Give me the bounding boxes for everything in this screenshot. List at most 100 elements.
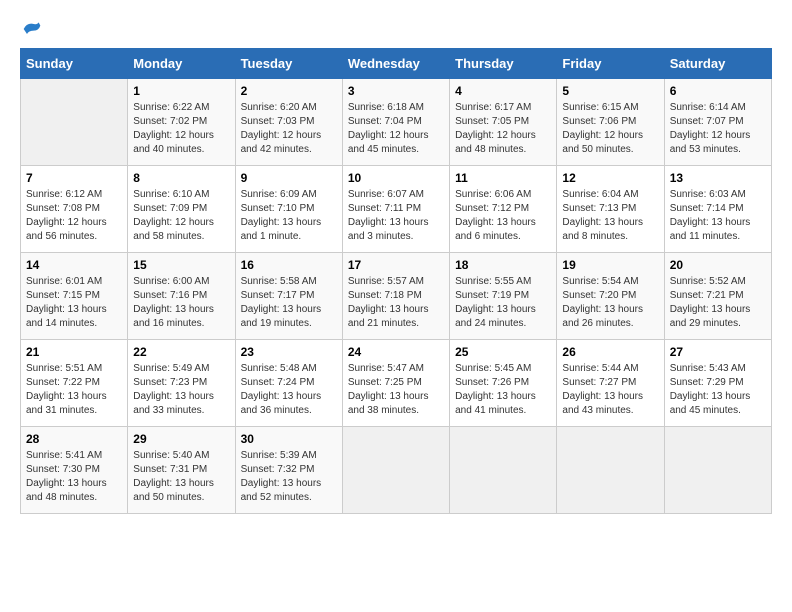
day-info: Sunrise: 6:12 AMSunset: 7:08 PMDaylight:…: [26, 188, 122, 244]
day-header-wednesday: Wednesday: [342, 48, 449, 78]
day-header-monday: Monday: [128, 48, 235, 78]
day-info: Sunrise: 6:20 AMSunset: 7:03 PMDaylight:…: [241, 101, 337, 157]
calendar-cell: 12Sunrise: 6:04 AMSunset: 7:13 PMDayligh…: [557, 165, 664, 252]
calendar-cell: 30 Sunrise: 5:39 AMSunset: 7:32 PMDayligh…: [235, 426, 342, 513]
day-info: Sunrise: 6:18 AMSunset: 7:04 PMDaylight:…: [348, 101, 444, 157]
day-number: 9: [241, 171, 337, 185]
day-info: Sunrise: 6:04 AMSunset: 7:13 PMDaylight:…: [562, 188, 658, 244]
day-info: Sunrise: 5:58 AMSunset: 7:17 PMDaylight:…: [241, 275, 337, 331]
day-info: Sunrise: 5:55 AMSunset: 7:19 PMDaylight:…: [455, 275, 551, 331]
day-number: 16: [241, 258, 337, 272]
day-info: Sunrise: 6:03 AMSunset: 7:14 PMDaylight:…: [670, 188, 766, 244]
day-info: Sunrise: 6:01 AMSunset: 7:15 PMDaylight:…: [26, 275, 122, 331]
day-info: Sunrise: 5:43 AMSunset: 7:29 PMDaylight:…: [670, 362, 766, 418]
day-number: 11: [455, 171, 551, 185]
calendar-header-row: SundayMondayTuesdayWednesdayThursdayFrid…: [21, 48, 772, 78]
day-info: Sunrise: 5:40 AMSunset: 7:31 PMDaylight:…: [133, 449, 229, 505]
calendar-cell: 24 Sunrise: 5:47 AMSunset: 7:25 PMDayligh…: [342, 339, 449, 426]
calendar-cell: 27 Sunrise: 5:43 AMSunset: 7:29 PMDayligh…: [664, 339, 771, 426]
day-number: 8: [133, 171, 229, 185]
calendar-cell: 8 Sunrise: 6:10 AMSunset: 7:09 PMDaylight…: [128, 165, 235, 252]
calendar-cell: 9 Sunrise: 6:09 AMSunset: 7:10 PMDaylight…: [235, 165, 342, 252]
day-info: Sunrise: 6:17 AMSunset: 7:05 PMDaylight:…: [455, 101, 551, 157]
day-header-tuesday: Tuesday: [235, 48, 342, 78]
calendar-cell: 13 Sunrise: 6:03 AMSunset: 7:14 PMDayligh…: [664, 165, 771, 252]
day-header-friday: Friday: [557, 48, 664, 78]
calendar-week-1: 1 Sunrise: 6:22 AMSunset: 7:02 PMDaylight…: [21, 78, 772, 165]
calendar-cell: 23 Sunrise: 5:48 AMSunset: 7:24 PMDayligh…: [235, 339, 342, 426]
calendar-cell: 6Sunrise: 6:14 AMSunset: 7:07 PMDaylight…: [664, 78, 771, 165]
day-number: 15: [133, 258, 229, 272]
calendar-cell: 28 Sunrise: 5:41 AMSunset: 7:30 PMDayligh…: [21, 426, 128, 513]
day-number: 14: [26, 258, 122, 272]
day-number: 26: [562, 345, 658, 359]
calendar-cell: 29 Sunrise: 5:40 AMSunset: 7:31 PMDayligh…: [128, 426, 235, 513]
day-number: 18: [455, 258, 551, 272]
day-info: Sunrise: 6:15 AMSunset: 7:06 PMDaylight:…: [562, 101, 658, 157]
calendar-cell: [664, 426, 771, 513]
calendar-cell: 5 Sunrise: 6:15 AMSunset: 7:06 PMDaylight…: [557, 78, 664, 165]
calendar-cell: 1 Sunrise: 6:22 AMSunset: 7:02 PMDaylight…: [128, 78, 235, 165]
calendar-cell: 7Sunrise: 6:12 AMSunset: 7:08 PMDaylight…: [21, 165, 128, 252]
calendar-cell: [557, 426, 664, 513]
day-info: Sunrise: 5:39 AMSunset: 7:32 PMDaylight:…: [241, 449, 337, 505]
calendar-cell: 16 Sunrise: 5:58 AMSunset: 7:17 PMDayligh…: [235, 252, 342, 339]
day-info: Sunrise: 6:07 AMSunset: 7:11 PMDaylight:…: [348, 188, 444, 244]
calendar-week-5: 28 Sunrise: 5:41 AMSunset: 7:30 PMDayligh…: [21, 426, 772, 513]
page-header: [20, 20, 772, 38]
day-header-sunday: Sunday: [21, 48, 128, 78]
day-info: Sunrise: 5:52 AMSunset: 7:21 PMDaylight:…: [670, 275, 766, 331]
day-info: Sunrise: 6:22 AMSunset: 7:02 PMDaylight:…: [133, 101, 229, 157]
calendar-cell: 14 Sunrise: 6:01 AMSunset: 7:15 PMDayligh…: [21, 252, 128, 339]
calendar-cell: 10 Sunrise: 6:07 AMSunset: 7:11 PMDayligh…: [342, 165, 449, 252]
calendar-cell: [450, 426, 557, 513]
day-info: Sunrise: 5:41 AMSunset: 7:30 PMDaylight:…: [26, 449, 122, 505]
calendar-cell: 11 Sunrise: 6:06 AMSunset: 7:12 PMDayligh…: [450, 165, 557, 252]
calendar-cell: 4 Sunrise: 6:17 AMSunset: 7:05 PMDaylight…: [450, 78, 557, 165]
calendar-cell: 17Sunrise: 5:57 AMSunset: 7:18 PMDayligh…: [342, 252, 449, 339]
day-info: Sunrise: 5:54 AMSunset: 7:20 PMDaylight:…: [562, 275, 658, 331]
day-number: 29: [133, 432, 229, 446]
day-info: Sunrise: 5:48 AMSunset: 7:24 PMDaylight:…: [241, 362, 337, 418]
day-number: 27: [670, 345, 766, 359]
day-info: Sunrise: 5:51 AMSunset: 7:22 PMDaylight:…: [26, 362, 122, 418]
calendar-cell: 21 Sunrise: 5:51 AMSunset: 7:22 PMDayligh…: [21, 339, 128, 426]
calendar-table: SundayMondayTuesdayWednesdayThursdayFrid…: [20, 48, 772, 514]
day-number: 5: [562, 84, 658, 98]
day-info: Sunrise: 6:06 AMSunset: 7:12 PMDaylight:…: [455, 188, 551, 244]
day-number: 21: [26, 345, 122, 359]
day-info: Sunrise: 5:49 AMSunset: 7:23 PMDaylight:…: [133, 362, 229, 418]
calendar-week-3: 14 Sunrise: 6:01 AMSunset: 7:15 PMDayligh…: [21, 252, 772, 339]
day-number: 20: [670, 258, 766, 272]
calendar-week-4: 21 Sunrise: 5:51 AMSunset: 7:22 PMDayligh…: [21, 339, 772, 426]
calendar-cell: 22Sunrise: 5:49 AMSunset: 7:23 PMDayligh…: [128, 339, 235, 426]
day-number: 3: [348, 84, 444, 98]
calendar-cell: 3 Sunrise: 6:18 AMSunset: 7:04 PMDaylight…: [342, 78, 449, 165]
logo-text: [20, 20, 42, 40]
day-header-saturday: Saturday: [664, 48, 771, 78]
day-number: 13: [670, 171, 766, 185]
calendar-cell: 26 Sunrise: 5:44 AMSunset: 7:27 PMDayligh…: [557, 339, 664, 426]
day-number: 30: [241, 432, 337, 446]
calendar-cell: 2Sunrise: 6:20 AMSunset: 7:03 PMDaylight…: [235, 78, 342, 165]
day-number: 4: [455, 84, 551, 98]
day-number: 1: [133, 84, 229, 98]
calendar-cell: 20 Sunrise: 5:52 AMSunset: 7:21 PMDayligh…: [664, 252, 771, 339]
day-header-thursday: Thursday: [450, 48, 557, 78]
day-number: 28: [26, 432, 122, 446]
calendar-week-2: 7Sunrise: 6:12 AMSunset: 7:08 PMDaylight…: [21, 165, 772, 252]
day-info: Sunrise: 6:00 AMSunset: 7:16 PMDaylight:…: [133, 275, 229, 331]
day-info: Sunrise: 6:09 AMSunset: 7:10 PMDaylight:…: [241, 188, 337, 244]
day-info: Sunrise: 5:47 AMSunset: 7:25 PMDaylight:…: [348, 362, 444, 418]
day-number: 24: [348, 345, 444, 359]
day-number: 6: [670, 84, 766, 98]
day-number: 23: [241, 345, 337, 359]
day-info: Sunrise: 5:45 AMSunset: 7:26 PMDaylight:…: [455, 362, 551, 418]
day-info: Sunrise: 5:44 AMSunset: 7:27 PMDaylight:…: [562, 362, 658, 418]
day-number: 10: [348, 171, 444, 185]
logo: [20, 20, 42, 38]
calendar-cell: 19Sunrise: 5:54 AMSunset: 7:20 PMDayligh…: [557, 252, 664, 339]
day-info: Sunrise: 6:10 AMSunset: 7:09 PMDaylight:…: [133, 188, 229, 244]
calendar-cell: 15 Sunrise: 6:00 AMSunset: 7:16 PMDayligh…: [128, 252, 235, 339]
day-number: 25: [455, 345, 551, 359]
